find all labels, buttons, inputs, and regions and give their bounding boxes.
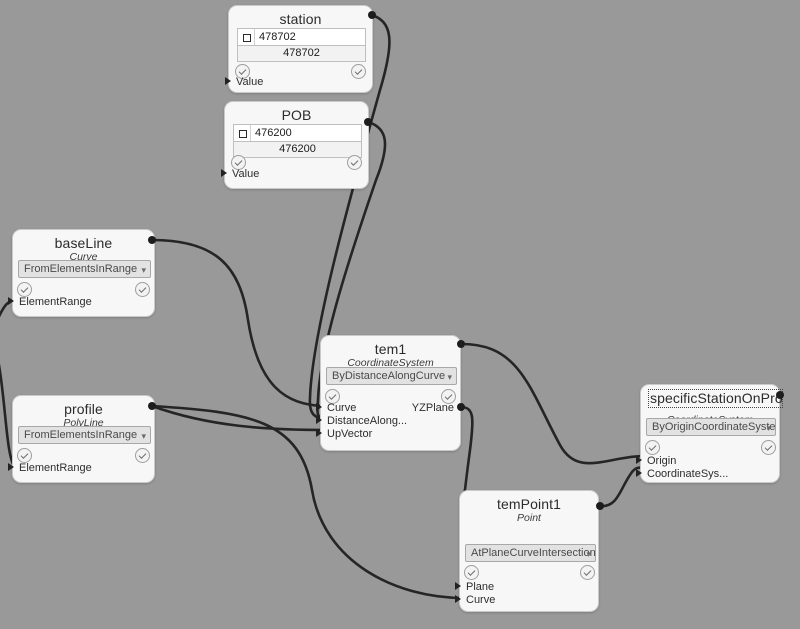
node-tem1-output-socket[interactable] xyxy=(457,340,465,348)
node-station[interactable]: station 478702 478702 Value xyxy=(225,5,373,93)
node-tempoint1-output-socket[interactable] xyxy=(596,502,604,510)
node-pob[interactable]: POB 476200 476200 Value xyxy=(221,101,369,189)
node-station-title: station xyxy=(279,11,322,27)
node-profile-dropdown[interactable]: FromElementsInRange ▾ xyxy=(18,426,151,444)
node-station-value-field[interactable]: 478702 xyxy=(237,28,366,46)
wire-baseline-to-tem1 xyxy=(150,238,328,408)
node-baseline-input-elementrange[interactable]: ElementRange xyxy=(8,296,92,308)
checkbox-icon[interactable] xyxy=(243,34,251,42)
node-tempoint1-dropdown-value: AtPlaneCurveIntersection xyxy=(471,547,596,559)
node-tem1-input-upvector[interactable]: UpVector xyxy=(316,428,372,440)
node-station-value: 478702 xyxy=(259,31,296,43)
node-station-input-value[interactable]: Value xyxy=(225,76,263,88)
node-profile-output-socket[interactable] xyxy=(148,402,156,410)
node-baseline-dropdown-value: FromElementsInRange xyxy=(24,263,138,275)
node-tempoint1[interactable]: temPoint1 Point AtPlaneCurveIntersection… xyxy=(455,490,599,612)
node-profile-input-elementrange[interactable]: ElementRange xyxy=(8,462,92,474)
node-baseline-expand-right-icon[interactable] xyxy=(135,282,150,297)
node-pob-input-value[interactable]: Value xyxy=(221,168,259,180)
node-baseline-dropdown[interactable]: FromElementsInRange ▾ xyxy=(18,260,151,278)
node-tempoint1-expand-right-icon[interactable] xyxy=(580,565,595,580)
node-profile-expand-left-icon[interactable] xyxy=(17,448,32,463)
node-tempoint1-input-curve[interactable]: Curve xyxy=(455,594,495,606)
chevron-down-icon: ▾ xyxy=(141,431,146,441)
node-specificstation-input-origin[interactable]: Origin xyxy=(636,455,676,467)
node-specificstation-output-socket[interactable] xyxy=(776,391,784,399)
node-pob-readout: 476200 xyxy=(233,142,362,158)
node-tem1-dropdown-value: ByDistanceAlongCurve xyxy=(332,370,446,382)
chevron-down-icon: ▾ xyxy=(141,265,146,275)
node-tempoint1-expand-left-icon[interactable] xyxy=(464,565,479,580)
chevron-down-icon: ▾ xyxy=(586,549,591,559)
node-pob-expand-right-icon[interactable] xyxy=(347,155,362,170)
node-tempoint1-subtitle: Point xyxy=(517,512,541,524)
node-specificstation-title-wrap: specificStationOnProfi xyxy=(641,385,783,413)
node-pob-output-socket[interactable] xyxy=(364,118,372,126)
wire-tem1-to-specificstation xyxy=(460,342,647,465)
node-profile-title: profile xyxy=(64,401,103,417)
node-station-readout: 478702 xyxy=(237,46,366,62)
node-graph-canvas[interactable]: station 478702 478702 Value POB 476200 4… xyxy=(0,0,800,629)
node-tem1-input-distancealong[interactable]: DistanceAlong... xyxy=(316,415,407,427)
node-specificstation-expand-left-icon[interactable] xyxy=(645,440,660,455)
field-divider xyxy=(250,125,251,141)
node-pob-title: POB xyxy=(281,107,312,123)
node-specificstation-dropdown-value: ByOriginCoordinateSystem xyxy=(652,421,776,433)
node-profile-expand-right-icon[interactable] xyxy=(135,448,150,463)
node-station-output-socket[interactable] xyxy=(368,11,376,19)
node-tempoint1-input-plane[interactable]: Plane xyxy=(455,581,494,593)
node-tem1-input-curve[interactable]: Curve xyxy=(316,402,356,414)
node-pob-value-field[interactable]: 476200 xyxy=(233,124,362,142)
node-tem1-title: tem1 xyxy=(374,341,407,357)
node-baseline-expand-left-icon[interactable] xyxy=(17,282,32,297)
node-tem1[interactable]: tem1 CoordinateSystem ByDistanceAlongCur… xyxy=(316,335,461,451)
node-pob-value: 476200 xyxy=(255,127,292,139)
node-tempoint1-title: temPoint1 xyxy=(497,496,561,512)
node-baseline-output-socket[interactable] xyxy=(148,236,156,244)
checkbox-icon[interactable] xyxy=(239,130,247,138)
node-profile[interactable]: profile PolyLine FromElementsInRange ▾ E… xyxy=(8,395,155,483)
node-specificstation-input-coordinatesys[interactable]: CoordinateSys... xyxy=(636,468,728,480)
node-specificstation-expand-right-icon[interactable] xyxy=(761,440,776,455)
node-specificstation-dropdown[interactable]: ByOriginCoordinateSystem ▾ xyxy=(646,418,776,436)
node-specificstation-title[interactable]: specificStationOnProfi xyxy=(648,389,783,408)
node-tem1-dropdown[interactable]: ByDistanceAlongCurve ▾ xyxy=(326,367,457,385)
node-station-expand-right-icon[interactable] xyxy=(351,64,366,79)
field-divider xyxy=(254,29,255,45)
node-tem1-output-yzplane[interactable]: YZPlane xyxy=(412,402,454,414)
chevron-down-icon: ▾ xyxy=(447,372,452,382)
node-baseline[interactable]: baseLine Curve FromElementsInRange ▾ Ele… xyxy=(8,229,155,317)
node-tempoint1-dropdown[interactable]: AtPlaneCurveIntersection ▾ xyxy=(465,544,596,562)
node-profile-dropdown-value: FromElementsInRange xyxy=(24,429,138,441)
wire-profile-to-tem1 xyxy=(150,404,328,432)
node-specificstation[interactable]: specificStationOnProfi CoordinateSystem … xyxy=(636,384,783,483)
node-tem1-yzplane-socket[interactable] xyxy=(457,403,465,411)
chevron-down-icon: ▾ xyxy=(766,423,771,433)
node-baseline-title: baseLine xyxy=(54,235,113,251)
